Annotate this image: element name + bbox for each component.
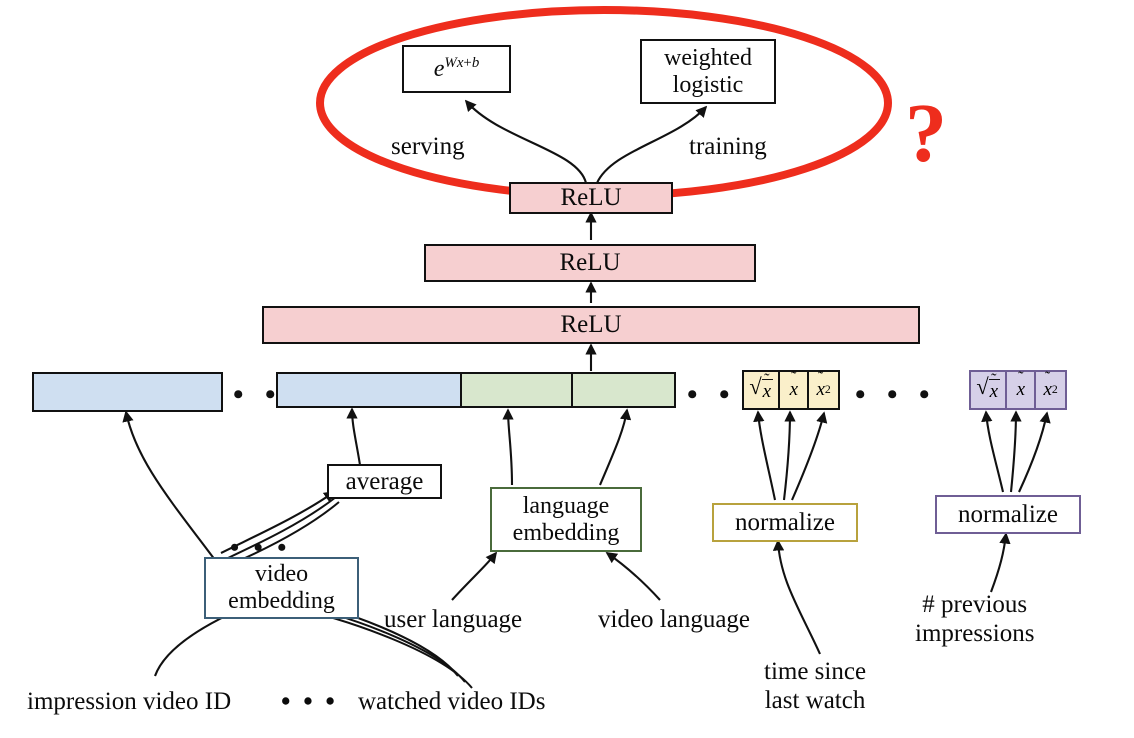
feature-cell-x-tilde-squared-impressions[interactable]: ˜ x 2 (1034, 369, 1065, 408)
video-embedding-box[interactable]: video embedding (204, 557, 359, 619)
normalize-impressions-box[interactable]: normalize (935, 495, 1081, 534)
previous-impressions-label: # previous impressions (915, 591, 1034, 648)
embedding-segment-language-1 (460, 374, 571, 406)
edge-time-since-to-normalize (772, 539, 821, 655)
edge-normalize-time-to-cell-2 (782, 410, 796, 501)
feature-cell-sqrt-x-tilde-time[interactable]: √ ˜ x (744, 371, 778, 408)
language-embedding-label-line1: language (522, 492, 610, 519)
feature-cell-sqrt-x-tilde-impressions[interactable]: √ ˜ x (971, 371, 1005, 408)
edge-normalize-time-to-cell-3 (791, 411, 828, 501)
serving-formula: eWx+b (433, 55, 480, 83)
previous-impressions-line2: impressions (915, 619, 1035, 647)
edge-user-language-to-language-embedding (451, 551, 498, 601)
time-since-last-watch-label: time since last watch (764, 658, 866, 715)
user-language-label: user language (384, 606, 523, 633)
time-since-line1: time since (764, 658, 867, 685)
time-since-line2: last watch (764, 686, 866, 714)
video-embedding-label-line1: video (254, 561, 309, 588)
training-label-line2: logistic (672, 71, 744, 98)
edge-video-language-to-language-embedding (605, 552, 661, 601)
edge-average-to-bar (346, 407, 362, 466)
highlight-ellipse (316, 6, 892, 200)
language-embedding-box[interactable]: language embedding (490, 487, 642, 552)
video-embedding-label-line2: embedding (228, 588, 335, 614)
time-since-last-watch-features[interactable]: √ ˜ x ˜ x ˜ x 2 (742, 369, 840, 410)
training-edge-label: training (689, 133, 767, 160)
input-ellipsis: • • • (281, 686, 338, 716)
feature-cell-x-tilde-impressions[interactable]: ˜ x (1005, 369, 1034, 408)
feature-cell-x-tilde-squared-time[interactable]: ˜ x 2 (807, 369, 838, 408)
previous-impressions-features[interactable]: √ ˜ x ˜ x ˜ x 2 (969, 369, 1067, 410)
watched-video-embedding-bar[interactable] (276, 372, 676, 408)
previous-impressions-line1: # previous (922, 591, 1028, 618)
edge-normalize-impressions-to-cell-3 (1018, 411, 1051, 493)
impression-video-embedding-bar[interactable] (32, 372, 223, 412)
embedding-segment-video (278, 374, 460, 406)
serving-output-box[interactable]: eWx+b (402, 45, 511, 93)
average-box[interactable]: average (327, 464, 442, 499)
embedding-segment-language-2 (571, 374, 673, 406)
feature-cell-x-tilde-time[interactable]: ˜ x (778, 369, 807, 408)
training-output-box[interactable]: weighted logistic (640, 39, 776, 104)
serving-edge-label: serving (391, 133, 465, 160)
edge-normalize-time-to-cell-1 (753, 410, 777, 501)
edge-normalize-impressions-to-cell-1 (981, 410, 1005, 493)
edge-relu-to-serving (464, 99, 588, 184)
impression-video-id-label: impression video ID (27, 688, 232, 715)
edge-video-embedding-to-impression-bar (122, 410, 216, 561)
edge-previous-impressions-to-normalize (990, 532, 1011, 593)
edge-language-embedding-to-seg-1 (502, 408, 514, 486)
ranking-network-diagram: ? eWx+b weighted logistic serving traini… (0, 0, 1134, 738)
question-mark-annotation: ? (905, 87, 947, 180)
watched-video-ids-label: watched video IDs (358, 688, 546, 715)
feature-gap-ellipsis: • • • (855, 378, 937, 411)
language-embedding-label-line2: embedding (512, 519, 620, 546)
edge-language-embedding-to-seg-2 (599, 408, 632, 486)
relu-layer-bottom[interactable]: ReLU (262, 306, 920, 344)
edge-normalize-impressions-to-cell-2 (1009, 410, 1022, 493)
normalize-time-box[interactable]: normalize (712, 503, 858, 542)
training-label-line1: weighted (664, 44, 752, 71)
video-language-label: video language (598, 606, 751, 633)
relu-layer-middle[interactable]: ReLU (424, 244, 756, 282)
relu-layer-top[interactable]: ReLU (509, 182, 673, 214)
